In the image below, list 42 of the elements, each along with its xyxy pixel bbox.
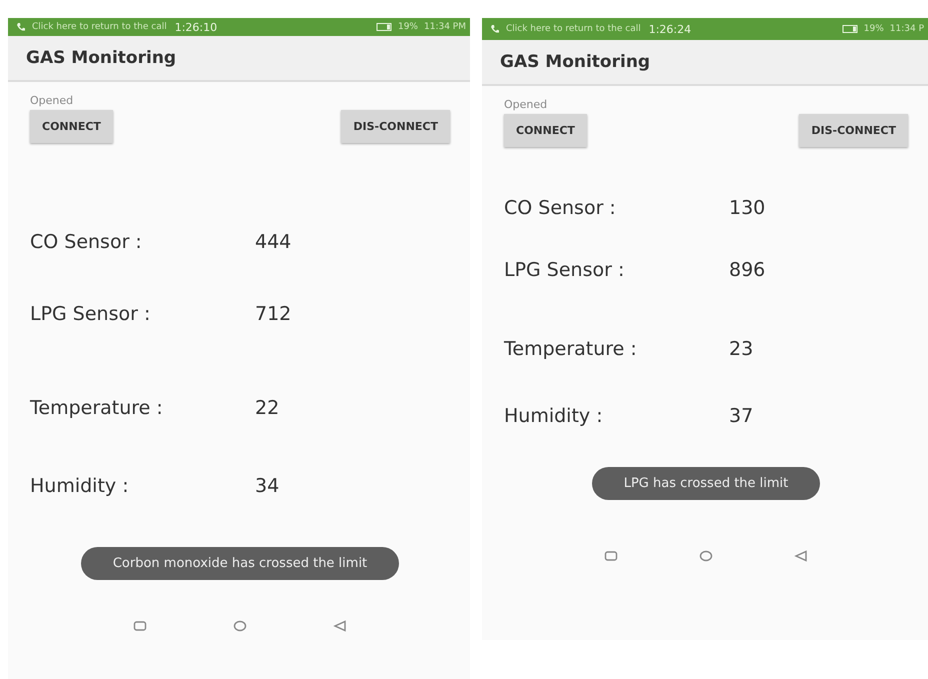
sensor-label: LPG Sensor : [504, 259, 626, 281]
sensor-label: LPG Sensor : [30, 303, 152, 325]
battery-level: 19% [864, 24, 884, 34]
home-icon[interactable] [233, 620, 247, 632]
phone-icon [490, 24, 500, 34]
sensor-label: Temperature : [30, 397, 164, 419]
sensor-value: 444 [255, 231, 292, 253]
toast-message: Corbon monoxide has crossed the limit [80, 547, 400, 580]
sensor-value: 712 [255, 303, 292, 325]
app-title: GAS Monitoring [26, 48, 176, 68]
connection-status: Opened [30, 94, 74, 107]
sensor-value: 22 [255, 397, 280, 419]
sensor-label: Humidity : [30, 475, 130, 497]
app-title: GAS Monitoring [500, 52, 650, 72]
home-icon[interactable] [698, 550, 713, 562]
connection-button[interactable]: CONNECT [504, 114, 587, 147]
sensor-value: 23 [729, 338, 754, 360]
sensor-value: 130 [729, 197, 766, 219]
clock: 11:34 P [890, 24, 924, 34]
sensor-label: Temperature : [504, 338, 638, 360]
recents-icon[interactable] [604, 550, 618, 562]
connection-button[interactable]: CONNECT [30, 110, 113, 143]
battery-level: 19% [398, 22, 418, 32]
back-icon[interactable] [333, 620, 347, 632]
battery-icon [376, 23, 392, 31]
sensor-value: 34 [255, 475, 280, 497]
connection-button[interactable]: DIS-CONNECT [341, 110, 450, 143]
sensor-label: CO Sensor : [504, 197, 617, 219]
sensor-label: CO Sensor : [30, 231, 143, 253]
back-icon[interactable] [794, 550, 808, 562]
sensor-label: Humidity : [504, 405, 604, 427]
connection-status: Opened [504, 98, 548, 111]
call-timer: 1:26:10 [174, 20, 218, 34]
sensor-value: 896 [729, 259, 766, 281]
call-timer: 1:26:24 [648, 22, 692, 36]
clock: 11:34 PM [424, 22, 466, 32]
connection-button[interactable]: DIS-CONNECT [799, 114, 908, 147]
toast-message: LPG has crossed the limit [592, 467, 820, 500]
battery-icon [842, 25, 858, 33]
recents-icon[interactable] [133, 620, 147, 632]
phone-icon [16, 22, 26, 32]
sensor-value: 37 [729, 405, 754, 427]
